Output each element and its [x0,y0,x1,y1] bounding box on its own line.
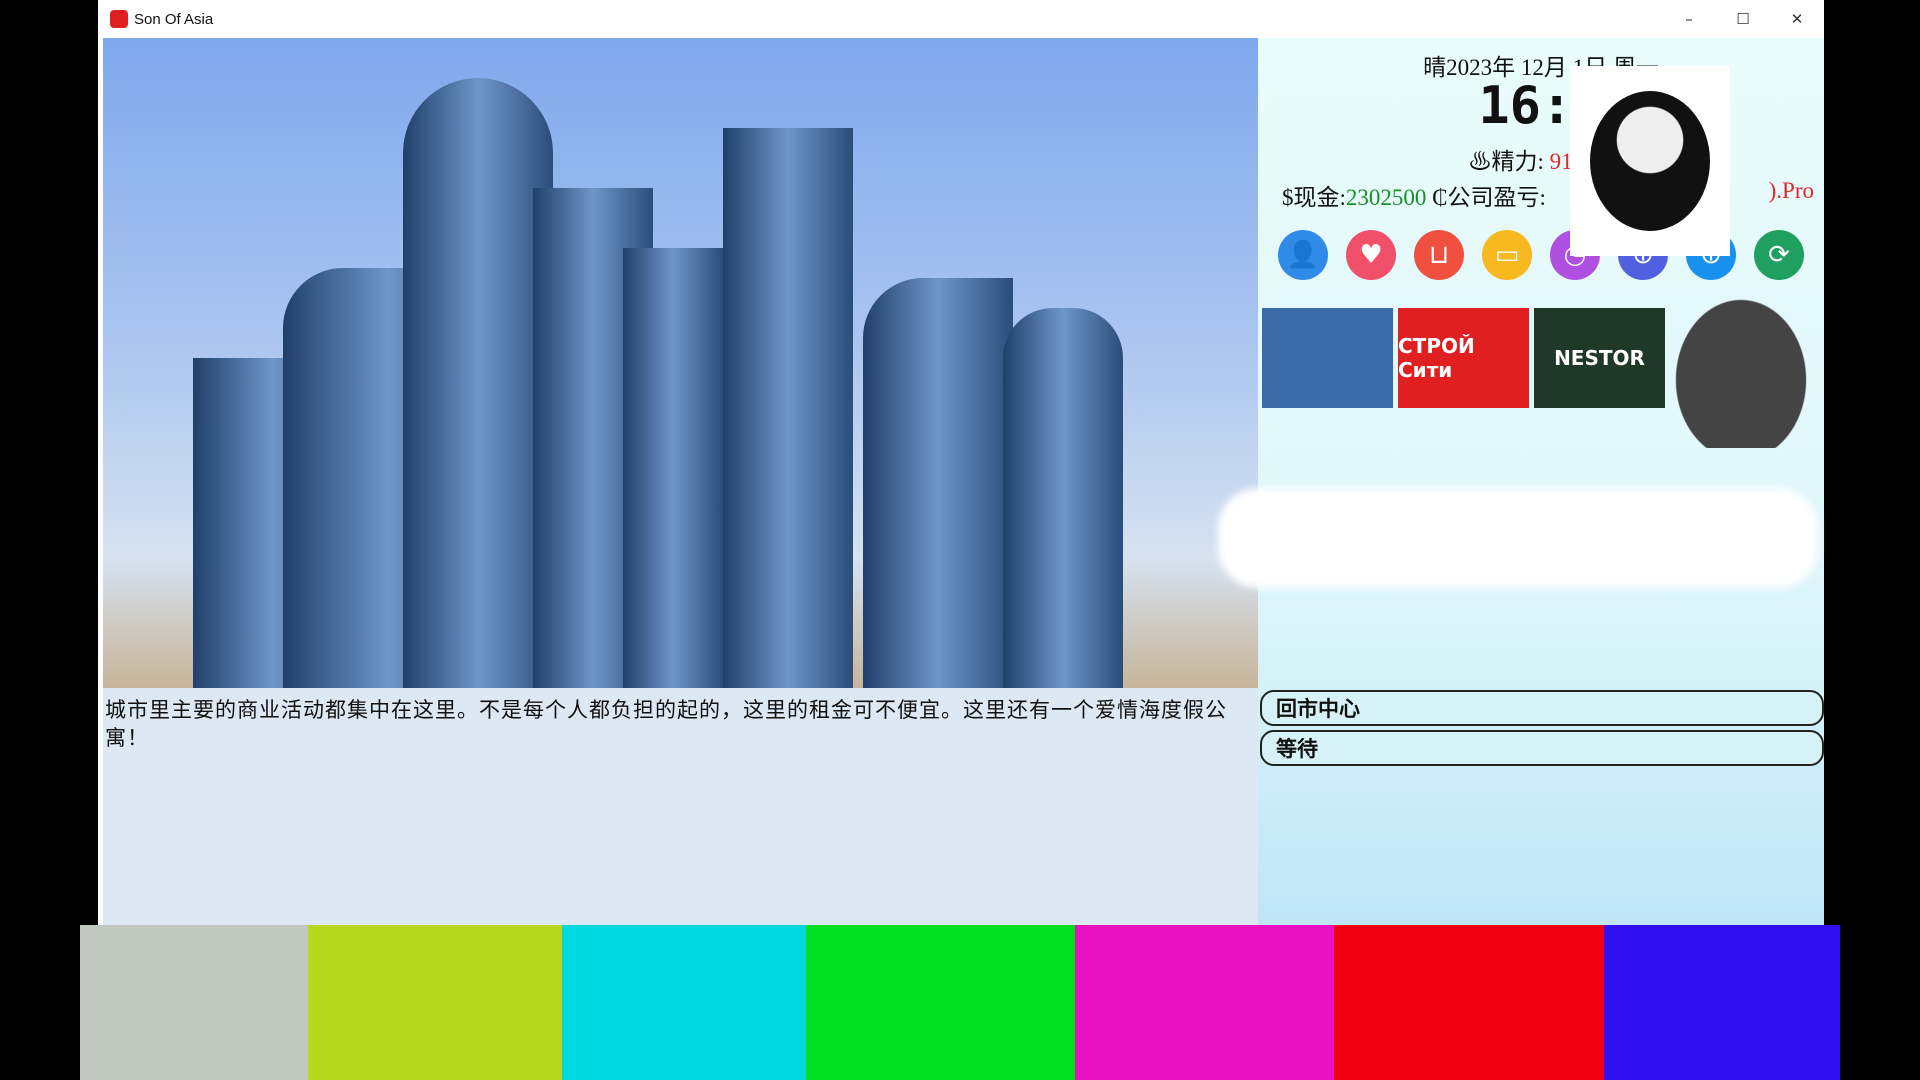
wait-button[interactable]: 等待 [1260,730,1824,766]
app-logo-icon [110,10,128,28]
company-label: ₵公司盈亏: [1426,185,1546,210]
color-bar [1334,925,1604,1080]
mole-sticker [1658,278,1824,448]
close-button[interactable]: ✕ [1770,0,1824,38]
24h-icon[interactable]: ⟳ [1754,230,1804,280]
panda-sticker [1570,66,1730,256]
energy-display: ♨精力: 91/401 [1258,142,1824,176]
location-description: 城市里主要的商业活动都集中在这里。不是每个人都负担的起的，这里的租金可不便宜。这… [103,688,1258,925]
color-bars [80,925,1840,1080]
stroy-siti-logo[interactable]: СТРОЙ Сити [1398,308,1529,408]
color-bar [1075,925,1334,1080]
energy-label: ♨精力: [1468,149,1550,174]
location-image [103,38,1258,688]
shopping-bag-icon[interactable]: ⊔ [1414,230,1464,280]
window-title: Son Of Asia [134,10,214,28]
cash-label: $现金: [1282,185,1346,210]
color-bar [80,925,308,1080]
minimize-button[interactable]: – [1662,0,1716,38]
notebook-icon[interactable]: ▭ [1482,230,1532,280]
company-logos: СТРОЙ Сити NESTOR [1262,308,1665,408]
color-bar [1604,925,1840,1080]
skyscraper-logo[interactable] [1262,308,1393,408]
color-bar [308,925,562,1080]
maximize-button[interactable]: ☐ [1716,0,1770,38]
game-window: Son Of Asia – ☐ ✕ 城市里主要的商业活动都集中在这里。不是每个人… [98,0,1824,925]
money-display: $现金:2302500 ₵公司盈亏: [1282,178,1546,212]
color-bar [806,925,1075,1080]
cloud-decoration [1218,488,1818,588]
nestor-logo[interactable]: NESTOR [1534,308,1665,408]
panda-image [1590,91,1710,231]
profile-icon[interactable]: 👤 [1278,230,1328,280]
cash-value: 2302500 [1345,185,1427,210]
title-bar: Son Of Asia – ☐ ✕ [98,0,1824,38]
company-suffix: ).Pro [1768,178,1814,203]
status-panel: 晴2023年 12月 1日 周一 16:5 ♨精力: 91/401 $现金:23… [1218,38,1824,925]
return-city-center-button[interactable]: 回市中心 [1260,690,1824,726]
heart-icon[interactable]: ♥ [1346,230,1396,280]
clock-display: 16:5 [1478,76,1604,136]
color-bar [562,925,806,1080]
